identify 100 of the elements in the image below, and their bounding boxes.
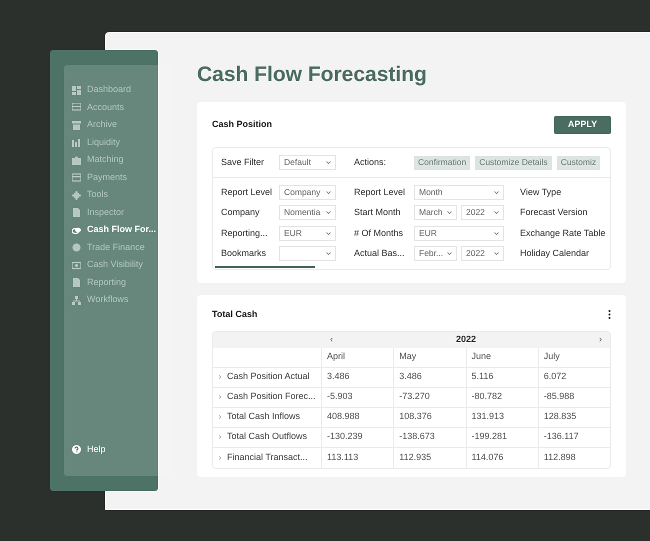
field-label: Reporting...: [221, 226, 269, 240]
dropdown[interactable]: Company: [279, 184, 336, 200]
table-cell-text: 128.835: [544, 410, 576, 424]
help-icon: [72, 444, 81, 454]
field-label: Actual Bas...: [354, 247, 406, 260]
next-button[interactable]: ›: [599, 332, 602, 346]
row-label: Cash Position Actual: [227, 370, 310, 384]
chevron-down-icon: [494, 190, 499, 194]
dropdown-value: EUR: [284, 226, 302, 240]
sidebar-item[interactable]: Dashboard: [87, 83, 132, 97]
field-label: View Type: [520, 186, 562, 199]
table-cell-text: 3.486: [399, 370, 422, 384]
row-label: Total Cash Outflows: [227, 430, 308, 444]
card-icon: [72, 173, 81, 182]
chevron-down-icon: [326, 211, 331, 214]
dropdown[interactable]: Month: [414, 184, 504, 200]
dropdown-value: 2022: [466, 206, 485, 220]
sidebar-item[interactable]: Inspector: [87, 206, 124, 220]
dropdown[interactable]: Default: [279, 155, 336, 170]
action-button[interactable]: Confirmation: [414, 156, 470, 170]
dropdown-value: 2022: [466, 247, 485, 260]
gear-icon: [72, 190, 81, 200]
sidebar-item[interactable]: Liquidity: [87, 136, 120, 150]
sidebar-item[interactable]: Matching: [87, 153, 124, 167]
dropdown[interactable]: Nomentia: [279, 205, 336, 220]
table-cell-text: -85.988: [544, 390, 574, 404]
sidebar-item[interactable]: Cash Visibility: [87, 258, 143, 272]
field-label: Report Level: [221, 186, 274, 199]
chevron-down-icon: [326, 252, 331, 256]
dropdown-value: Default: [284, 156, 311, 169]
chevron-down-icon: [326, 232, 331, 235]
box-icon: [72, 120, 81, 130]
table-cell-text: 408.988: [327, 410, 360, 424]
sidebar-item[interactable]: Accounts: [87, 100, 124, 114]
dropdown[interactable]: EUR: [414, 226, 504, 241]
chevron-down-icon: [494, 252, 499, 256]
table-cell-text: 6.072: [544, 370, 566, 384]
chevron-down-icon: [494, 211, 499, 214]
report-icon: [72, 278, 81, 287]
table-cell-text: 114.076: [472, 450, 504, 464]
table-cell-text: 113.113: [327, 450, 358, 464]
sidebar-item[interactable]: Trade Finance: [87, 240, 145, 254]
grid-icon: [72, 86, 81, 94]
more-icon[interactable]: [608, 310, 611, 320]
field-label: Actions:: [354, 156, 388, 169]
table-cell-text: -199.281: [472, 430, 508, 444]
column-header: June: [472, 350, 492, 364]
sidebar-item[interactable]: Reporting: [87, 276, 126, 290]
table-cell-text: 5.116: [472, 370, 494, 384]
sidebar-item[interactable]: Tools: [87, 188, 108, 202]
field-label: Forecast Version: [520, 206, 588, 219]
field-label: Start Month: [354, 206, 402, 219]
scrollbar-thumb[interactable]: [215, 266, 315, 268]
column-header: May: [399, 350, 416, 364]
globe-icon: [72, 243, 81, 252]
year-label: 2022: [456, 332, 476, 346]
dropdown[interactable]: 2022: [461, 246, 504, 262]
dropdown[interactable]: EUR: [279, 226, 336, 241]
row-label: Financial Transact...: [227, 450, 308, 464]
chevron-down-icon: [494, 232, 499, 235]
dropdown-value: Month: [419, 186, 443, 199]
dropdown[interactable]: Febr...: [414, 246, 457, 262]
field-label: # Of Months: [354, 226, 404, 240]
column-header: April: [327, 350, 346, 364]
sidebar-item[interactable]: Payments: [87, 170, 128, 184]
dropdown-value: EUR: [419, 226, 437, 240]
previous-button[interactable]: ‹: [330, 332, 333, 346]
table-cell-text: 108.376: [399, 410, 432, 424]
field-label: Bookmarks: [221, 247, 268, 260]
chevron-down-icon: [447, 211, 452, 214]
help-link[interactable]: Help: [87, 442, 106, 456]
card-title: Total Cash: [212, 308, 258, 321]
dropdown-value: March: [419, 206, 443, 220]
row-label: Cash Position Forec...: [227, 390, 316, 404]
dropdown[interactable]: 2022: [461, 205, 504, 220]
field-label: Save Filter: [221, 156, 266, 169]
table-cell-text: -5.903: [327, 390, 353, 404]
dropdown-value: Company: [284, 186, 320, 199]
action-button[interactable]: Customize Details: [475, 156, 552, 170]
dropdown-value: Nomentia: [284, 206, 320, 220]
apply-button[interactable]: APPLY: [554, 116, 611, 134]
action-button[interactable]: Customiz: [556, 156, 600, 170]
table-cell-text: -130.239: [327, 430, 363, 444]
field-label: Exchange Rate Table: [520, 226, 606, 240]
table-cell-text: -138.673: [399, 430, 435, 444]
document-icon: [72, 208, 81, 217]
table-cell-text: -80.782: [472, 390, 502, 404]
bar-chart-icon: [72, 138, 81, 147]
sidebar-item[interactable]: Workflows: [87, 293, 128, 307]
chevron-down-icon: [447, 252, 452, 256]
table-cell-text: -73.270: [399, 390, 430, 404]
card-title: Cash Position: [212, 118, 272, 132]
field-label: Holiday Calendar: [520, 247, 590, 260]
table-cell-text: -136.117: [544, 430, 579, 444]
chevron-down-icon: [326, 161, 331, 164]
table-icon: [72, 103, 81, 112]
table-cell-text: 3.486: [327, 370, 350, 384]
sidebar-item[interactable]: Archive: [87, 118, 118, 132]
dropdown[interactable]: March: [414, 205, 457, 220]
sidebar-item[interactable]: Cash Flow For...: [87, 223, 156, 237]
